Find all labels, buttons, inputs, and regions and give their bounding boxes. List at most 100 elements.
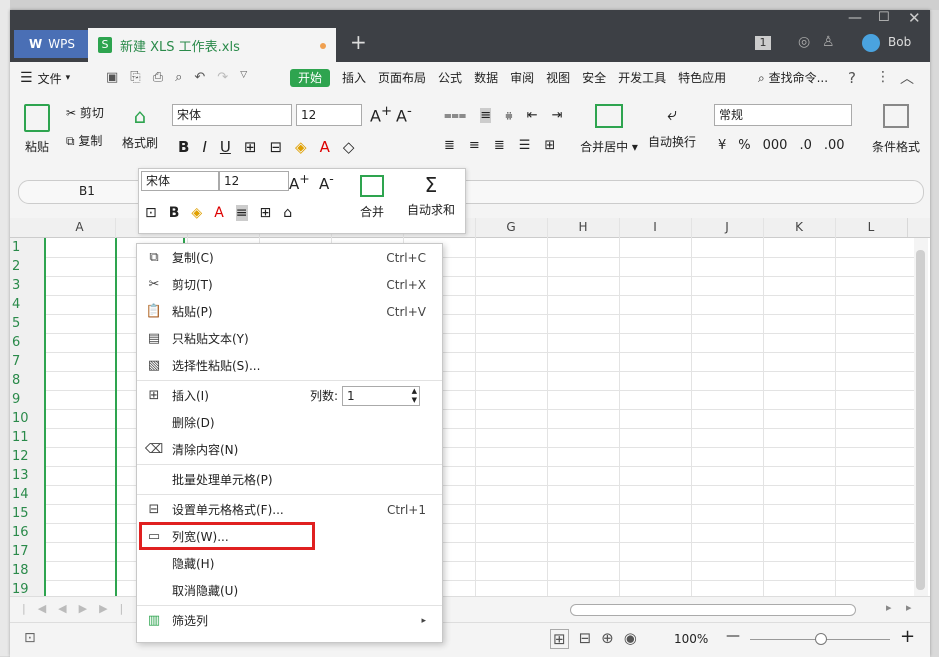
mini-autosum-button[interactable]: Σ 自动求和 [401, 173, 461, 218]
export-icon[interactable]: ⎘ [130, 70, 140, 85]
underline-icon[interactable]: U [220, 138, 231, 156]
row-header[interactable]: 17 [10, 542, 46, 562]
tab-start[interactable]: 开始 [284, 62, 336, 94]
align-right-icon[interactable]: ≣ [494, 138, 505, 153]
avatar[interactable] [862, 34, 880, 52]
tab-review[interactable]: 审阅 [504, 62, 540, 94]
menu-filter-column[interactable]: ▥ 筛选列 ▸ [137, 607, 442, 634]
fill-color-icon[interactable]: ◈ [295, 138, 307, 156]
close-button[interactable]: ✕ [908, 9, 921, 27]
macro-icon[interactable]: ⊡ [24, 630, 36, 646]
mini-bold-icon[interactable]: B [169, 205, 180, 221]
redo-icon[interactable]: ↷ [217, 70, 228, 85]
new-tab-button[interactable]: + [350, 30, 367, 54]
tab-developer[interactable]: 开发工具 [612, 62, 672, 94]
menu-unhide[interactable]: 取消隐藏(U) [137, 577, 442, 604]
row-header[interactable]: 18 [10, 561, 46, 581]
bold-icon[interactable]: B [178, 138, 189, 156]
conditional-format-button[interactable]: 条件格式 [866, 104, 926, 155]
more-icon[interactable]: ⋮ [876, 69, 890, 85]
minimize-button[interactable]: — [848, 10, 862, 26]
scroll-end-icon[interactable]: ▸ [906, 601, 912, 614]
add-decimal-icon[interactable]: .0 [799, 138, 811, 153]
help-button[interactable]: ? [848, 69, 856, 87]
name-box[interactable]: B1 [79, 184, 95, 198]
menu-copy[interactable]: ⧉ 复制(C) Ctrl+C [137, 244, 442, 271]
column-header[interactable]: K [763, 218, 836, 237]
mini-size-select[interactable]: 12 [219, 171, 289, 191]
zoom-slider[interactable] [750, 633, 890, 645]
tab-insert[interactable]: 插入 [336, 62, 372, 94]
sheet-nav-arrows[interactable]: |◀◀▶▶| [22, 602, 135, 615]
row-header[interactable]: 3 [10, 276, 46, 296]
save-icon[interactable]: ▣ [106, 70, 118, 85]
command-search[interactable]: ⌕ 查找命令... [758, 62, 828, 94]
italic-icon[interactable]: I [202, 138, 206, 156]
distributed-icon[interactable]: ⊞ [544, 138, 555, 153]
zoom-slider-thumb[interactable] [815, 633, 827, 645]
vertical-scroll-thumb[interactable] [916, 250, 925, 590]
wrap-text-button[interactable]: ⤶ 自动换行 [644, 104, 700, 150]
row-header[interactable]: 6 [10, 333, 46, 353]
tab-wps-home[interactable]: W WPS [14, 30, 90, 58]
indent-decrease-icon[interactable]: ⇤ [527, 108, 538, 123]
menu-cut[interactable]: ✂ 剪切(T) Ctrl+X [137, 271, 442, 298]
border-icon[interactable]: ⊞ [244, 138, 257, 156]
font-family-select[interactable]: 宋体 [172, 104, 292, 126]
currency-icon[interactable]: ¥ [718, 138, 726, 153]
menu-hide[interactable]: 隐藏(H) [137, 550, 442, 577]
column-header[interactable]: G [475, 218, 548, 237]
column-header[interactable]: A [44, 218, 116, 237]
copy-button[interactable]: ⧉ 复制 [66, 132, 116, 149]
column-header[interactable]: J [691, 218, 764, 237]
row-header[interactable]: 11 [10, 428, 46, 448]
column-count-input[interactable]: 1 ▲ ▼ [342, 385, 420, 406]
mini-decrease-font-icon[interactable]: A- [319, 171, 334, 193]
menu-batch[interactable]: 批量处理单元格(P) [137, 466, 442, 493]
row-header[interactable]: 13 [10, 466, 46, 486]
zoom-level[interactable]: 100% [674, 632, 708, 646]
menu-format-cells[interactable]: ⊟ 设置单元格格式(F)... Ctrl+1 [137, 496, 442, 523]
align-bottom-icon[interactable]: ⩷ [505, 108, 513, 123]
font-size-select[interactable]: 12 [296, 104, 362, 126]
paste-button[interactable]: 粘贴 [20, 104, 54, 155]
page-break-view-icon[interactable]: ⊟ [579, 629, 592, 649]
row-header[interactable]: 15 [10, 504, 46, 524]
row-header[interactable]: 9 [10, 390, 46, 410]
menu-insert[interactable]: ⊞ 插入(I) 列数: 1 ▲ ▼ [137, 382, 442, 409]
eye-protection-icon[interactable]: ◉ [624, 629, 637, 649]
row-header[interactable]: 2 [10, 257, 46, 277]
tab-document[interactable]: S 新建 XLS 工作表.xls [88, 28, 336, 62]
tab-formula[interactable]: 公式 [432, 62, 468, 94]
mini-increase-font-icon[interactable]: A+ [289, 171, 310, 193]
row-header[interactable]: 4 [10, 295, 46, 315]
format-painter-button[interactable]: ⌂ 格式刷 [120, 104, 160, 151]
collapse-ribbon-icon[interactable]: ︿ [900, 68, 914, 88]
tab-page-layout[interactable]: 页面布局 [372, 62, 432, 94]
tab-view[interactable]: 视图 [540, 62, 576, 94]
column-header[interactable]: H [547, 218, 620, 237]
menu-paste-text[interactable]: ▤ 只粘贴文本(Y) [137, 325, 442, 352]
row-header[interactable]: 8 [10, 371, 46, 391]
align-left-icon[interactable]: ≣ [444, 138, 455, 153]
page-layout-view-icon[interactable]: ⊕ [601, 629, 614, 649]
number-format-select[interactable]: 常规 [714, 104, 852, 126]
tab-special[interactable]: 特色应用 [672, 62, 732, 94]
tab-data[interactable]: 数据 [468, 62, 504, 94]
eraser-icon[interactable]: ◇ [343, 138, 355, 156]
remove-decimal-icon[interactable]: .00 [824, 138, 845, 153]
column-header[interactable]: I [619, 218, 692, 237]
customize-chevron-icon[interactable]: ▽ [240, 70, 247, 85]
menu-paste[interactable]: 📋 粘贴(P) Ctrl+V [137, 298, 442, 325]
row-header[interactable]: 5 [10, 314, 46, 334]
maximize-button[interactable]: ☐ [878, 10, 890, 25]
increase-font-icon[interactable]: A+ [370, 104, 392, 125]
column-header[interactable]: L [835, 218, 908, 237]
vertical-scrollbar[interactable] [914, 238, 928, 606]
justify-icon[interactable]: ☰ [519, 138, 531, 153]
mini-font-select[interactable]: 宋体 [141, 171, 219, 191]
user-name[interactable]: Bob [888, 35, 911, 49]
zoom-in-icon[interactable]: + [900, 626, 915, 647]
normal-view-icon[interactable]: ⊞ [550, 629, 569, 649]
scroll-right-icon[interactable]: ▸ [886, 601, 892, 614]
